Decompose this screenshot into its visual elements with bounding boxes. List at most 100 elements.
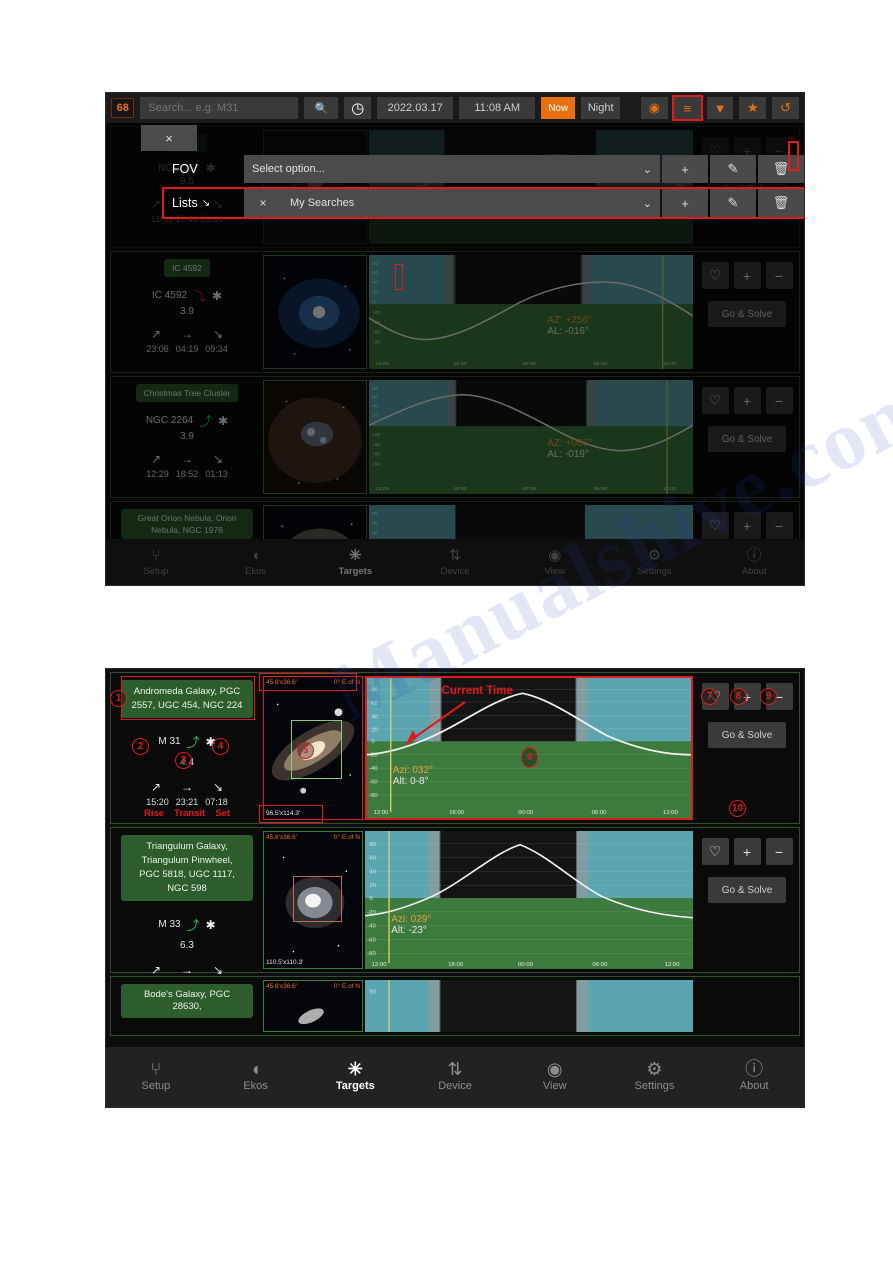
- time-field[interactable]: 11:08 AM: [459, 97, 536, 119]
- rise-arrow-icon: ↗: [150, 780, 161, 794]
- rise-transit-set-arrows: ↗ → ↘: [151, 963, 223, 977]
- lists-edit-button[interactable]: ✎: [710, 189, 756, 217]
- row-info: Bode's Galaxy, PGC 28630,: [111, 977, 263, 1035]
- page-root: Manualshive.com 68 🔍 ◷ 2022.03.17 11:08 …: [0, 0, 893, 1263]
- fov-label: FOV: [164, 162, 244, 176]
- lists-add-button[interactable]: +: [662, 189, 708, 217]
- altitude-chart[interactable]: 806040 200 -20-40-60-80 12:0018:0000:00 …: [365, 831, 693, 969]
- settings-icon: ⚙: [646, 1059, 663, 1079]
- nav-label: Targets: [335, 1080, 375, 1092]
- top-screenshot-panel: 68 🔍 ◷ 2022.03.17 11:08 AM Now Night ◉ ≡…: [105, 92, 805, 586]
- target-thumbnail[interactable]: 45.8'x36.6' 0° E of N: [263, 980, 363, 1032]
- callout-8: 8: [730, 688, 747, 705]
- overlay-close-button[interactable]: ×: [141, 125, 197, 151]
- lists-clear-button[interactable]: ×: [244, 189, 282, 217]
- nav-label: Device: [438, 1080, 472, 1092]
- svg-text:40: 40: [369, 870, 376, 876]
- target-name-chip: Andromeda Galaxy, PGC 2557, UGC 454, NGC…: [121, 680, 253, 718]
- svg-text:-40: -40: [369, 766, 378, 772]
- current-time-annotation: Current Time: [441, 685, 513, 697]
- trend-up-icon: ⤴: [186, 918, 200, 933]
- table-row[interactable]: Triangulum Galaxy, Triangulum Pinwheel, …: [110, 827, 800, 990]
- lists-label-text: Lists: [172, 196, 198, 210]
- clock-icon[interactable]: ◷: [344, 97, 372, 119]
- svg-text:-80: -80: [369, 793, 378, 799]
- nav-label: View: [542, 1080, 567, 1092]
- target-thumbnail[interactable]: 45.8'x36.6' 0° E of N 110.5'x110.3': [263, 831, 363, 969]
- svg-text:20: 20: [371, 728, 378, 734]
- transit-arrow-icon: →: [181, 963, 193, 977]
- lists-delete-button[interactable]: 🗑: [758, 189, 804, 217]
- star-icon[interactable]: ★: [739, 97, 767, 119]
- search-button[interactable]: 🔍: [304, 97, 339, 119]
- go-and-solve-button[interactable]: Go & Solve: [708, 877, 786, 903]
- nav-item-device[interactable]: ⇅ Device: [405, 1060, 505, 1092]
- svg-text:-40: -40: [367, 924, 376, 930]
- nav-item-setup[interactable]: ⑂ Setup: [106, 1060, 206, 1092]
- svg-text:12:00: 12:00: [663, 810, 678, 816]
- fov-delete-button[interactable]: 🗑: [758, 155, 804, 183]
- add-button[interactable]: +: [733, 838, 761, 865]
- svg-text:12:00: 12:00: [665, 962, 680, 968]
- fov-edit-button[interactable]: ✎: [710, 155, 756, 183]
- table-row[interactable]: Bode's Galaxy, PGC 28630, 45.8'x36.6' 0°…: [110, 976, 800, 1036]
- catalog-line: M 33 ⤴ ✱: [158, 915, 215, 934]
- refresh-icon[interactable]: ↺: [772, 97, 799, 119]
- lists-label: Lists ↘: [164, 196, 244, 210]
- fov-select-value: Select option...: [252, 163, 325, 175]
- altitude-chart[interactable]: 80: [365, 980, 693, 1032]
- callout-7: 7: [701, 688, 718, 705]
- lists-select[interactable]: My Searches ⌄: [282, 189, 660, 217]
- svg-text:20: 20: [369, 883, 376, 889]
- fov-dimension-top-left: 45.8'x36.6': [266, 983, 298, 990]
- nav-item-view[interactable]: ◉ View: [505, 1060, 605, 1092]
- date-field[interactable]: 2022.03.17: [377, 97, 454, 119]
- svg-text:-60: -60: [367, 938, 376, 944]
- altitude-chart-svg: 80: [365, 980, 693, 1032]
- transit-time: 23:21: [175, 797, 199, 807]
- fov-add-button[interactable]: +: [662, 155, 708, 183]
- chart-coordinate-labels: Azi: 029° Alt: -23°: [391, 914, 431, 936]
- svg-text:06:00: 06:00: [592, 810, 607, 816]
- rise-arrow-icon: ↗: [150, 963, 161, 977]
- callout-2: 2: [132, 738, 149, 755]
- lists-select-value: My Searches: [290, 197, 355, 209]
- remove-button[interactable]: −: [765, 838, 793, 865]
- list-icon[interactable]: ≡: [671, 95, 703, 121]
- eye-icon[interactable]: ◉: [641, 97, 668, 119]
- nav-item-targets[interactable]: ✳ Targets: [305, 1059, 405, 1092]
- go-and-solve-button[interactable]: Go & Solve: [708, 722, 786, 748]
- fov-orientation-label: 0° E of N: [333, 983, 360, 990]
- nav-item-settings[interactable]: ⚙ Settings: [605, 1059, 705, 1092]
- search-input[interactable]: [140, 97, 299, 119]
- nav-item-about[interactable]: ⓘ About: [704, 1060, 804, 1092]
- svg-text:12:00: 12:00: [373, 810, 388, 816]
- rise-transit-set-arrows: ↗ → ↘: [151, 780, 223, 794]
- rise-time: 15:20: [146, 797, 169, 807]
- target-name-chip: Bode's Galaxy, PGC 28630,: [121, 984, 253, 1018]
- svg-text:00:00: 00:00: [518, 962, 533, 968]
- svg-text:60: 60: [369, 856, 376, 862]
- fov-select[interactable]: Select option... ⌄: [244, 155, 660, 183]
- svg-text:-60: -60: [369, 780, 378, 786]
- now-button[interactable]: Now: [541, 97, 576, 119]
- svg-text:-20: -20: [367, 910, 376, 916]
- nav-item-ekos[interactable]: ◖ Ekos: [206, 1060, 306, 1092]
- fov-dimension-top-left: 45.8'x36.6': [266, 834, 298, 841]
- svg-text:18:00: 18:00: [448, 962, 463, 968]
- nav-label: Settings: [634, 1080, 675, 1092]
- callout-3: 3: [175, 752, 192, 769]
- search-icon: 🔍: [314, 102, 329, 115]
- fov-dimension-top-left: 45.8'x36.6': [266, 679, 298, 686]
- resize-icon: ↘: [201, 197, 211, 209]
- svg-text:06:00: 06:00: [592, 962, 607, 968]
- night-button[interactable]: Night: [581, 97, 621, 119]
- svg-text:40: 40: [371, 715, 378, 721]
- favorite-button[interactable]: ♡: [701, 838, 729, 865]
- catalog-id: M 33: [158, 919, 181, 930]
- chevron-down-icon: ⌄: [642, 197, 652, 210]
- targets-icon: ✳: [347, 1059, 363, 1079]
- bottom-screenshot-panel: Andromeda Galaxy, PGC 2557, UGC 454, NGC…: [105, 668, 805, 1108]
- nav-label: Ekos: [243, 1080, 268, 1092]
- filter-icon[interactable]: ▼: [706, 97, 734, 119]
